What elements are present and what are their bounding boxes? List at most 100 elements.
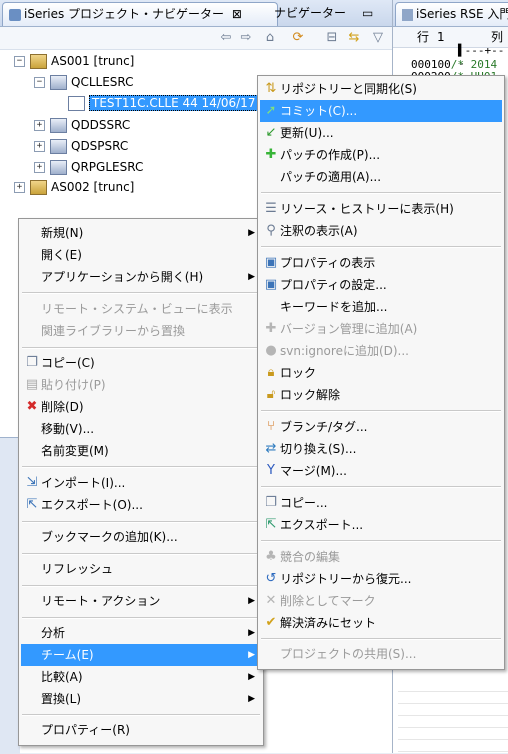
collapse-all-icon[interactable]: ⊟	[324, 30, 340, 46]
member-icon	[68, 96, 85, 111]
submenu-arrow-icon: ▶	[248, 596, 255, 606]
annotation-icon: ⚲	[266, 223, 276, 238]
menu-separator	[22, 521, 260, 523]
menu-separator	[261, 486, 501, 488]
submenu-commit[interactable]: ➚ コミット(C)...	[260, 100, 502, 122]
menu-remote-actions[interactable]: リモート・アクション ▶	[21, 590, 261, 612]
submenu-arrow-icon: ▶	[248, 272, 255, 282]
history-icon: ☰	[265, 201, 277, 216]
submenu-synchronize[interactable]: ⇅ リポジトリーと同期化(S)	[260, 78, 502, 100]
tab-editor[interactable]: iSeries RSE 入門	[395, 2, 508, 26]
menu-refresh[interactable]: リフレッシュ	[21, 558, 261, 580]
source-file-icon	[50, 118, 67, 133]
submenu-mark-resolved[interactable]: ✔ 解決済みにセット	[260, 612, 502, 634]
menu-delete[interactable]: ✖ 削除(D)	[21, 396, 261, 418]
tree-item-label: AS001 [trunc]	[51, 54, 135, 68]
menu-analyze[interactable]: 分析 ▶	[21, 622, 261, 644]
menu-compare[interactable]: 比較(A) ▶	[21, 666, 261, 688]
submenu-add-to-version-control: ✚ バージョン管理に追加(A)	[260, 318, 502, 340]
submenu-switch[interactable]: ⇄ 切り換え(S)...	[260, 438, 502, 460]
home-icon[interactable]: ⌂	[262, 30, 278, 46]
copy-icon: ❐	[26, 355, 38, 370]
menu-separator	[261, 638, 501, 640]
source-file-icon	[50, 139, 67, 154]
menu-rename[interactable]: 名前変更(M)	[21, 440, 261, 462]
expand-toggle-icon[interactable]: +	[34, 141, 45, 152]
paste-icon: ▤	[25, 377, 39, 392]
submenu-show-properties[interactable]: ▣ プロパティの表示	[260, 252, 502, 274]
collapse-toggle-icon[interactable]: −	[34, 77, 45, 88]
submenu-copy[interactable]: ❐ コピー...	[260, 492, 502, 514]
refresh-icon[interactable]: ⟳	[290, 30, 306, 46]
create-patch-icon: ✚	[265, 147, 277, 162]
minimize-icon[interactable]: ▭	[356, 2, 382, 25]
menu-move[interactable]: 移動(V)...	[21, 418, 261, 440]
back-arrow-icon[interactable]: ⇦	[218, 30, 234, 46]
branch-icon: ⑂	[267, 419, 275, 434]
view-menu-icon[interactable]: ▽	[370, 30, 386, 46]
unlock-icon: 🔓︎	[266, 387, 276, 402]
submenu-arrow-icon: ▶	[248, 672, 255, 682]
lock-icon: 🔒︎	[267, 365, 275, 380]
submenu-arrow-icon: ▶	[248, 628, 255, 638]
context-menu: 新規(N) ▶ 開く(E) アプリケーションから開く(H) ▶ リモート・システム・…	[18, 218, 264, 746]
copy-icon: ❐	[265, 495, 277, 510]
source-file-icon	[50, 160, 67, 175]
menu-new[interactable]: 新規(N) ▶	[21, 222, 261, 244]
tree-item-label: QDDSSRC	[71, 118, 131, 132]
menu-separator	[22, 617, 260, 619]
mark-deleted-icon: ✕	[265, 593, 277, 608]
menu-separator	[22, 347, 260, 349]
submenu-set-property[interactable]: ▣ プロパティの設定...	[260, 274, 502, 296]
tab-project-navigator[interactable]: iSeries プロジェクト・ナビゲーター ⊠	[2, 2, 278, 26]
submenu-show-annotation[interactable]: ⚲ 注釈の表示(A)	[260, 220, 502, 242]
submenu-add-to-svn-ignore: ● svn:ignoreに追加(D)...	[260, 340, 502, 362]
tab-close-icon[interactable]: ⊠	[232, 7, 242, 21]
collapse-toggle-icon[interactable]: −	[14, 56, 25, 67]
menu-replace[interactable]: 置換(L) ▶	[21, 688, 261, 710]
submenu-add-keywords[interactable]: キーワードを追加...	[260, 296, 502, 318]
submenu-apply-patch[interactable]: パッチの適用(A)...	[260, 166, 502, 188]
submenu-arrow-icon: ▶	[248, 694, 255, 704]
menu-open[interactable]: 開く(E)	[21, 244, 261, 266]
switch-icon: ⇄	[265, 441, 277, 456]
expand-toggle-icon[interactable]: +	[34, 162, 45, 173]
forward-arrow-icon[interactable]: ⇨	[238, 30, 254, 46]
export-icon: ⇱	[265, 517, 277, 532]
submenu-edit-conflicts: ♣ 競合の編集	[260, 546, 502, 568]
bottom-panel-edge	[0, 437, 20, 754]
submenu-merge[interactable]: Y マージ(M)...	[260, 460, 502, 482]
right-tab-bar: iSeries RSE 入門	[393, 0, 508, 27]
submenu-arrow-icon: ▶	[248, 228, 255, 238]
menu-add-bookmark[interactable]: ブックマークの追加(K)...	[21, 526, 261, 548]
link-editor-icon[interactable]: ⇆	[346, 30, 362, 46]
submenu-export[interactable]: ⇱ エクスポート...	[260, 514, 502, 536]
row-header-label: 行	[417, 30, 430, 44]
conflict-icon: ♣	[265, 549, 277, 564]
export-icon: ⇱	[26, 497, 38, 512]
submenu-create-patch[interactable]: ✚ パッチの作成(P)...	[260, 144, 502, 166]
submenu-revert[interactable]: ↺ リポジトリーから復元...	[260, 568, 502, 590]
menu-team[interactable]: チーム(E) ▶	[21, 644, 261, 666]
expand-toggle-icon[interactable]: +	[14, 182, 25, 193]
menu-import[interactable]: ⇲ インポート(I)...	[21, 472, 261, 494]
tree-item-label: QRPGLESRC	[71, 160, 144, 174]
menu-copy[interactable]: ❐ コピー(C)	[21, 352, 261, 374]
menu-separator	[261, 246, 501, 248]
menu-separator	[261, 192, 501, 194]
tab-navigator[interactable]: ナビゲーター	[268, 2, 360, 25]
submenu-unlock[interactable]: 🔓︎ ロック解除	[260, 384, 502, 406]
ignore-icon: ●	[265, 343, 277, 358]
menu-show-in-remote: リモート・システム・ビューに表示	[41, 302, 233, 316]
menu-export[interactable]: ⇱ エクスポート(O)...	[21, 494, 261, 516]
submenu-share-project: プロジェクトの共用(S)...	[280, 647, 417, 661]
submenu-show-history[interactable]: ☰ リソース・ヒストリーに表示(H)	[260, 198, 502, 220]
submenu-update[interactable]: ↙ 更新(U)...	[260, 122, 502, 144]
expand-toggle-icon[interactable]: +	[34, 120, 45, 131]
source-file-icon	[50, 75, 67, 90]
submenu-branch-tag[interactable]: ⑂ ブランチ/タグ...	[260, 416, 502, 438]
menu-open-with[interactable]: アプリケーションから開く(H) ▶	[21, 266, 261, 288]
menu-separator	[22, 292, 260, 294]
menu-properties[interactable]: プロパティー(R)	[21, 719, 261, 741]
submenu-lock[interactable]: 🔒︎ ロック	[260, 362, 502, 384]
